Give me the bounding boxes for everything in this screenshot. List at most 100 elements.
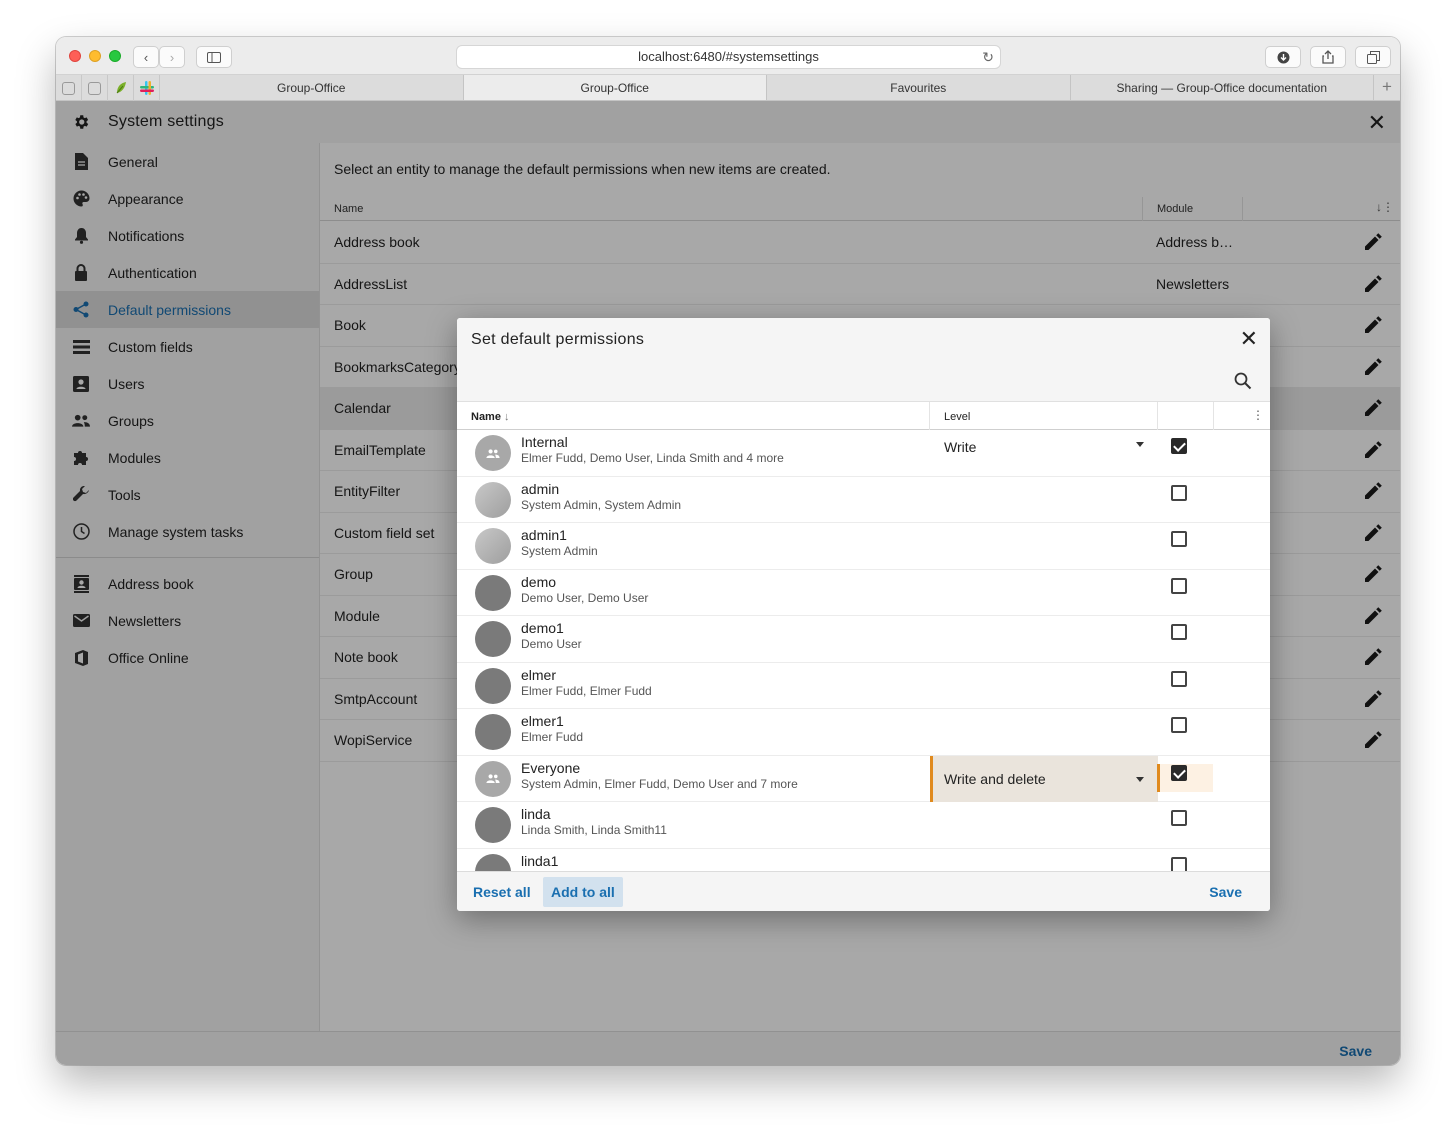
forward-button[interactable]: ›	[159, 46, 185, 68]
dialog-search-bar[interactable]	[457, 360, 1270, 402]
group-avatar	[475, 435, 511, 471]
column-header-label: Name	[471, 411, 501, 423]
avatar	[475, 574, 511, 611]
principal-name: admin1	[521, 527, 567, 543]
permission-checkbox-cell	[1157, 663, 1213, 709]
caret-down-icon	[1136, 442, 1144, 447]
pinned-site-icon	[62, 81, 75, 95]
address-bar[interactable]: localhost:6480/#systemsettings ↻	[456, 45, 1001, 69]
principal-name: linda1	[521, 852, 559, 869]
principal-name: Internal	[521, 434, 568, 450]
permission-checkbox[interactable]	[1171, 484, 1187, 501]
permission-checkbox-cell	[1157, 802, 1213, 848]
permission-checkbox[interactable]	[1171, 717, 1187, 733]
permission-row[interactable]: admin1 System Admin	[457, 523, 1270, 570]
browser-tab-active[interactable]: Group-Office	[463, 75, 767, 100]
column-header-name[interactable]: Name ↓	[471, 411, 510, 423]
principal-members: Elmer Fudd, Demo User, Linda Smith and 4…	[521, 451, 784, 465]
permission-row[interactable]: Internal Elmer Fudd, Demo User, Linda Smi…	[457, 430, 1270, 477]
pinned-tab-4[interactable]	[134, 75, 160, 101]
permission-row[interactable]: demo1 Demo User	[457, 616, 1270, 663]
permission-row[interactable]: Everyone System Admin, Elmer Fudd, Demo U…	[457, 755, 1270, 802]
new-tab-button[interactable]: +	[1374, 75, 1400, 100]
column-menu-icon[interactable]: ⋮	[1213, 402, 1270, 430]
principal-members: Demo User, Demo User	[521, 590, 649, 605]
permission-level-select[interactable]: Write and delete	[930, 755, 1158, 802]
principal-name: admin	[521, 480, 560, 497]
principal-members: System Admin, Elmer Fudd, Demo User and …	[521, 776, 798, 791]
downloads-button[interactable]	[1265, 46, 1301, 68]
permission-level-select[interactable]: Write	[930, 430, 1158, 476]
permission-checkbox[interactable]	[1171, 810, 1187, 826]
dialog-grid-header: Name ↓ Level ⋮	[457, 402, 1270, 430]
column-header-level[interactable]: Level	[929, 402, 1157, 430]
reload-icon[interactable]: ↻	[982, 46, 994, 68]
sort-desc-icon: ↓	[504, 411, 510, 423]
reset-all-button[interactable]: Reset all	[465, 877, 539, 907]
principal-name: Everyone	[521, 759, 581, 776]
permission-checkbox[interactable]	[1171, 438, 1187, 454]
permission-row[interactable]: elmer Elmer Fudd, Elmer Fudd	[457, 663, 1270, 709]
permission-checkbox[interactable]	[1171, 624, 1187, 640]
back-button[interactable]: ‹	[133, 46, 159, 68]
principal-name: elmer	[521, 666, 557, 683]
share-button[interactable]	[1310, 46, 1346, 68]
minimize-window-button[interactable]	[89, 50, 101, 62]
chevron-right-icon: ›	[169, 49, 175, 65]
tabs-overview-button[interactable]	[1355, 46, 1391, 68]
avatar	[475, 528, 511, 564]
sidebar-toggle-button[interactable]	[196, 46, 232, 68]
permission-checkbox-cell	[1157, 849, 1213, 871]
permission-checkbox[interactable]	[1171, 764, 1187, 781]
avatar	[475, 481, 511, 518]
browser-tab[interactable]: Group-Office	[160, 75, 464, 100]
group-avatar	[475, 760, 511, 797]
browser-tab[interactable]: Sharing — Group-Office documentation	[1071, 75, 1374, 100]
dialog-footer: Reset all Add to all Save	[457, 871, 1270, 911]
permission-checkbox[interactable]	[1171, 577, 1187, 594]
add-to-all-button[interactable]: Add to all	[543, 877, 623, 907]
permission-checkbox-cell	[1157, 430, 1213, 476]
principal-name: linda	[521, 806, 551, 822]
close-window-button[interactable]	[69, 50, 81, 62]
permission-checkbox[interactable]	[1171, 856, 1187, 871]
principal-name: elmer1	[521, 713, 564, 729]
close-icon: ✕	[1239, 326, 1258, 351]
dialog-close-button[interactable]: ✕	[1240, 326, 1258, 352]
avatar	[475, 807, 511, 843]
download-icon	[1277, 51, 1289, 63]
principal-name: demo1	[521, 620, 564, 636]
pinned-tab-1[interactable]	[56, 75, 82, 101]
permission-checkbox[interactable]	[1171, 531, 1187, 547]
permission-checkbox-cell	[1157, 616, 1213, 662]
principal-members: Elmer Fudd	[521, 730, 584, 744]
dialog-save-button[interactable]: Save	[1201, 877, 1250, 907]
column-header-checkbox	[1157, 402, 1213, 430]
avatar	[475, 714, 511, 750]
dialog-grid-body: Internal Elmer Fudd, Demo User, Linda Smi…	[457, 430, 1270, 871]
permission-row[interactable]: demo Demo User, Demo User	[457, 570, 1270, 616]
plus-icon: +	[1382, 77, 1392, 96]
permission-checkbox[interactable]	[1171, 670, 1187, 687]
principal-name: demo	[521, 573, 557, 590]
permission-checkbox-cell	[1157, 523, 1213, 569]
principal-members: Linda Smith, Linda Smith11	[521, 823, 667, 837]
tabs-icon	[1366, 50, 1380, 64]
pinned-tab-3[interactable]	[108, 75, 134, 101]
permission-row[interactable]: linda1Linda Smith11	[457, 849, 1270, 871]
pinned-tab-2[interactable]	[82, 75, 108, 101]
share-page-icon	[1322, 50, 1334, 64]
browser-tab[interactable]: Favourites	[767, 75, 1071, 100]
zoom-window-button[interactable]	[109, 50, 121, 62]
sidebar-icon	[207, 51, 221, 63]
permission-row[interactable]: elmer1 Elmer Fudd	[457, 709, 1270, 756]
leaf-icon	[116, 82, 126, 94]
permission-row[interactable]: admin System Admin, System Admin	[457, 477, 1270, 523]
browser-window: ‹ › localhost:6480/#systemsettings ↻ Gro…	[56, 37, 1400, 1065]
search-icon[interactable]	[1234, 372, 1252, 390]
permission-row[interactable]: linda Linda Smith, Linda Smith11	[457, 802, 1270, 849]
people-icon	[486, 448, 500, 458]
principal-members: System Admin, System Admin	[521, 497, 682, 512]
principal-members: System Admin	[521, 544, 598, 558]
caret-down-icon	[1136, 776, 1144, 782]
